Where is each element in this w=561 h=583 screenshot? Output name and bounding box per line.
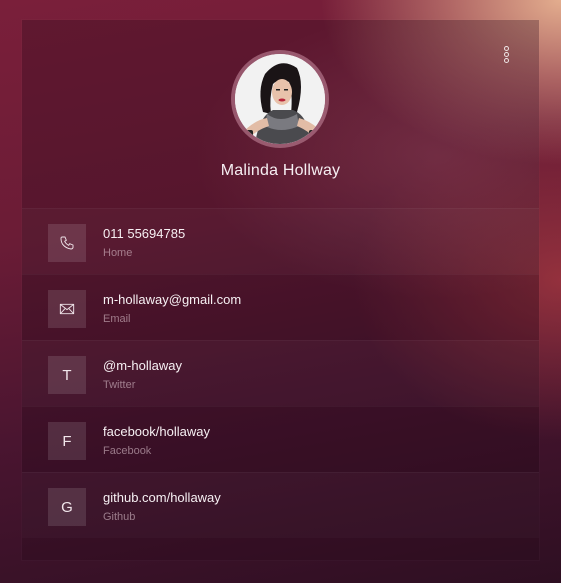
contact-row-github[interactable]: G github.com/hollaway Github xyxy=(22,472,539,538)
contact-value: github.com/hollaway xyxy=(103,490,221,505)
facebook-letter-icon: F xyxy=(48,422,86,460)
contact-value: m-hollaway@gmail.com xyxy=(103,292,242,307)
contact-value: @m-hollaway xyxy=(103,358,182,373)
github-letter-icon: G xyxy=(48,488,86,526)
contact-row-email[interactable]: m-hollaway@gmail.com Email xyxy=(22,274,539,340)
contact-value: 011 55694785 xyxy=(103,226,186,241)
menu-dot xyxy=(503,52,509,57)
contact-label: Twitter xyxy=(103,379,136,391)
contact-list: 011 55694785 Home m-hollaway@gmail.com E… xyxy=(22,208,539,538)
avatar-photo xyxy=(235,54,325,144)
more-options-button[interactable] xyxy=(500,46,512,66)
contact-label: Home xyxy=(103,247,133,259)
contact-row-facebook[interactable]: F facebook/hollaway Facebook xyxy=(22,406,539,472)
menu-dot xyxy=(503,46,509,51)
contact-value: facebook/hollaway xyxy=(103,424,210,439)
profile-name: Malinda Hollway xyxy=(220,162,341,179)
contact-row-phone[interactable]: 011 55694785 Home xyxy=(22,208,539,274)
twitter-letter-icon: T xyxy=(48,356,86,394)
menu-dot xyxy=(503,58,509,63)
avatar-ring xyxy=(231,50,329,148)
contact-row-twitter[interactable]: T @m-hollaway Twitter xyxy=(22,340,539,406)
phone-icon xyxy=(48,224,86,262)
envelope-icon xyxy=(48,290,86,328)
avatar[interactable] xyxy=(235,54,325,144)
profile-card: Malinda Hollway 011 55694785 Home m-holl… xyxy=(22,20,539,560)
contact-label: Github xyxy=(103,511,136,523)
contact-label: Facebook xyxy=(103,445,152,457)
contact-label: Email xyxy=(103,313,131,325)
